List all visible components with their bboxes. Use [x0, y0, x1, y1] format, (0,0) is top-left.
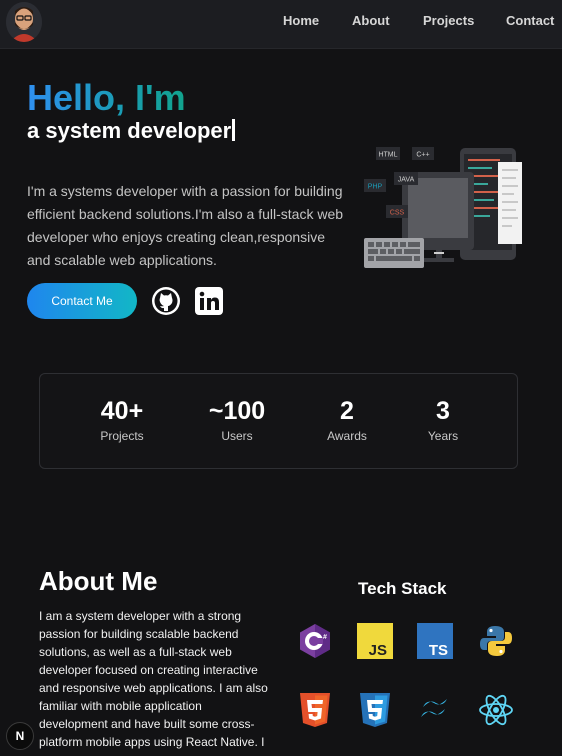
stat-projects: 40+ Projects: [72, 396, 172, 443]
javascript-icon: JS: [357, 623, 393, 659]
css3-icon: [357, 692, 393, 728]
svg-text:#: #: [323, 634, 327, 641]
nav-link-home[interactable]: Home: [283, 13, 319, 28]
stat-value: 2: [340, 397, 354, 425]
hero-greeting: Hello, I'm: [27, 77, 186, 118]
tech-stack-title: Tech Stack: [358, 579, 447, 598]
stat-label: Years: [427, 429, 459, 443]
stat-value: 3: [436, 397, 450, 425]
tailwind-icon: [417, 692, 453, 728]
hero-role: a system developer: [27, 118, 236, 144]
github-icon[interactable]: [151, 286, 181, 316]
csharp-icon: #: [297, 623, 333, 659]
illustration-label-cpp: C++: [416, 152, 429, 159]
javascript-label: JS: [369, 642, 387, 659]
nav-link-contact[interactable]: Contact: [506, 13, 554, 28]
nextjs-dev-badge[interactable]: N: [6, 722, 34, 750]
typescript-icon: TS: [417, 623, 453, 659]
avatar[interactable]: [6, 2, 42, 42]
stats-card: 40+ Projects ~100 Users 2 Awards 3 Years: [39, 373, 518, 469]
nav-link-projects[interactable]: Projects: [423, 13, 474, 28]
hero-intro: I'm a systems developer with a passion f…: [27, 183, 344, 268]
illustration-label-php: PHP: [368, 184, 383, 191]
stat-users: ~100 Users: [187, 396, 287, 443]
illustration-label-html: HTML: [378, 152, 397, 159]
navbar: Home About Projects Contact: [0, 0, 562, 49]
about-text: I am a system developer with a strong pa…: [39, 609, 268, 749]
typescript-label: TS: [429, 642, 448, 659]
stat-years: 3 Years: [393, 396, 493, 443]
nav-link-about[interactable]: About: [352, 13, 390, 28]
stat-awards: 2 Awards: [297, 396, 397, 443]
about-title: About Me: [39, 566, 158, 596]
linkedin-icon[interactable]: [194, 286, 224, 316]
contact-me-button[interactable]: Contact Me: [27, 283, 137, 319]
react-icon: [478, 692, 514, 728]
stat-label: Projects: [100, 429, 144, 443]
typing-cursor: [232, 119, 236, 141]
stat-label: Users: [221, 429, 253, 443]
stat-label: Awards: [327, 429, 367, 443]
developer-setup-illustration: HTML C++ PHP JAVA CSS: [364, 147, 522, 268]
html5-icon: [297, 692, 333, 728]
hero-role-text: a system developer: [27, 118, 232, 143]
stat-value: 40+: [100, 397, 144, 425]
illustration-label-css: CSS: [390, 210, 405, 217]
illustration-label-java: JAVA: [398, 177, 415, 184]
stat-value: ~100: [208, 397, 266, 425]
python-icon: [478, 623, 514, 659]
